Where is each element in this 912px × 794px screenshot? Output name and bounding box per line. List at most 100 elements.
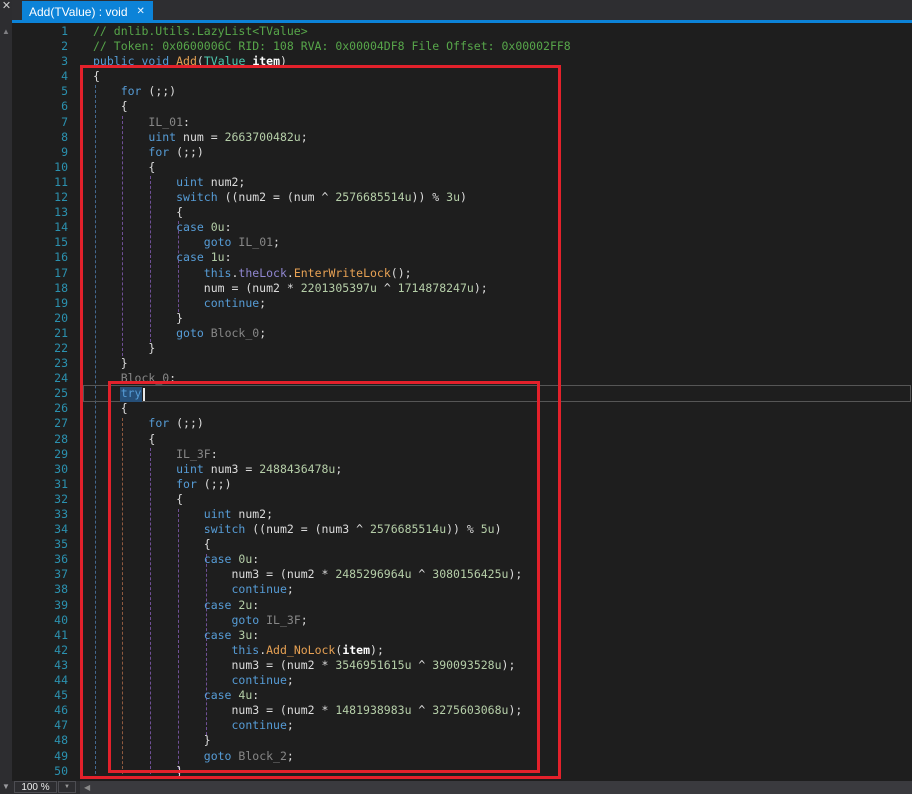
code-line[interactable]: uint num3 = 2488436478u; <box>93 462 571 477</box>
line-number: 35 <box>54 537 68 552</box>
code-line[interactable]: { <box>93 537 571 552</box>
code-line[interactable]: goto Block_0; <box>93 326 571 341</box>
line-number: 49 <box>54 748 68 763</box>
scroll-down-icon[interactable]: ▼ <box>0 781 12 793</box>
code-line[interactable]: continue; <box>93 296 571 311</box>
code-lines[interactable]: // dnlib.Utils.LazyList<TValue>// Token:… <box>93 24 571 779</box>
line-number: 28 <box>54 431 68 446</box>
code-line[interactable]: switch ((num2 = (num ^ 2576685514u)) % 3… <box>93 190 571 205</box>
code-line[interactable]: public void Add(TValue item) <box>93 54 571 69</box>
code-line[interactable]: for (;;) <box>93 416 571 431</box>
code-line[interactable]: this.theLock.EnterWriteLock(); <box>93 266 571 281</box>
code-line[interactable]: { <box>93 432 571 447</box>
line-number: 43 <box>54 657 68 672</box>
line-number: 18 <box>54 280 68 295</box>
line-number: 40 <box>54 612 68 627</box>
line-number: 36 <box>54 552 68 567</box>
line-number: 21 <box>54 325 68 340</box>
line-number: 9 <box>61 144 68 159</box>
code-line[interactable]: num = (num2 * 2201305397u ^ 1714878247u)… <box>93 281 571 296</box>
code-line[interactable]: case 3u: <box>93 628 571 643</box>
line-number: 25 <box>54 386 68 401</box>
code-line[interactable]: goto Block_2; <box>93 749 571 764</box>
code-line[interactable]: case 1u: <box>93 250 571 265</box>
code-line[interactable]: for (;;) <box>93 145 571 160</box>
code-line[interactable]: } <box>93 341 571 356</box>
line-number: 26 <box>54 401 68 416</box>
code-line[interactable]: { <box>93 492 571 507</box>
line-number: 20 <box>54 310 68 325</box>
tab-close-icon[interactable]: ✕ <box>137 7 145 17</box>
code-line[interactable]: continue; <box>93 673 571 688</box>
line-number: 29 <box>54 446 68 461</box>
code-line[interactable]: switch ((num2 = (num3 ^ 2576685514u)) % … <box>93 522 571 537</box>
code-line[interactable]: goto IL_01; <box>93 235 571 250</box>
code-line[interactable]: { <box>93 205 571 220</box>
code-line[interactable]: { <box>93 160 571 175</box>
vertical-scrollbar[interactable]: ✕ ▲ ▼ <box>0 0 12 794</box>
line-number: 3 <box>61 54 68 69</box>
code-line[interactable]: continue; <box>93 718 571 733</box>
code-line[interactable]: // dnlib.Utils.LazyList<TValue> <box>93 24 571 39</box>
code-line[interactable]: IL_01: <box>93 115 571 130</box>
code-line[interactable]: num3 = (num2 * 3546951615u ^ 390093528u)… <box>93 658 571 673</box>
code-line[interactable]: for (;;) <box>93 477 571 492</box>
code-line[interactable]: num3 = (num2 * 1481938983u ^ 3275603068u… <box>93 703 571 718</box>
zoom-dropdown-button[interactable]: ▼ <box>58 781 76 793</box>
code-line[interactable]: } <box>93 733 571 748</box>
text-caret <box>143 388 145 401</box>
line-number: 37 <box>54 567 68 582</box>
scroll-left-icon[interactable]: ◀ <box>84 783 90 792</box>
line-number: 48 <box>54 733 68 748</box>
code-line[interactable]: case 2u: <box>93 598 571 613</box>
code-line[interactable]: uint num2; <box>93 175 571 190</box>
line-number: 47 <box>54 718 68 733</box>
decompiler-window: Add(TValue) : void ✕ 1 2 3 4 5 6 7 8 9 10 11 12 13 14… <box>0 0 912 794</box>
scroll-up-icon[interactable]: ▲ <box>0 26 12 38</box>
code-line[interactable]: continue; <box>93 582 571 597</box>
code-line[interactable]: goto IL_3F; <box>93 613 571 628</box>
line-number: 33 <box>54 507 68 521</box>
code-line[interactable]: Block_0: <box>93 371 571 386</box>
line-number: 11 <box>54 174 68 189</box>
line-number: 13 <box>54 205 68 220</box>
line-number: 12 <box>54 190 68 205</box>
code-line[interactable]: } <box>93 356 571 371</box>
horizontal-scrollbar[interactable]: ◀ <box>80 781 912 794</box>
code-line[interactable]: for (;;) <box>93 84 571 99</box>
code-line[interactable]: { <box>93 69 571 84</box>
line-number: 39 <box>54 597 68 612</box>
line-number: 15 <box>54 235 68 250</box>
code-line[interactable]: this.Add_NoLock(item); <box>93 643 571 658</box>
code-line[interactable]: { <box>93 401 571 416</box>
code-editor[interactable]: 1 2 3 4 5 6 7 8 9 10 11 12 13 14 15 16 17 18 19 20 21 22 23 24 2… <box>12 23 912 781</box>
zoom-level-control[interactable]: 100 % <box>14 781 57 793</box>
code-line[interactable]: case 0u: <box>93 552 571 567</box>
code-line[interactable]: uint num = 2663700482u; <box>93 130 571 145</box>
line-number: 17 <box>54 265 68 280</box>
code-line[interactable]: num3 = (num2 * 2485296964u ^ 3080156425u… <box>93 567 571 582</box>
code-line[interactable]: uint num2; <box>93 507 571 522</box>
code-line[interactable]: try <box>93 386 571 401</box>
code-line[interactable]: { <box>93 99 571 114</box>
gutter: 1 2 3 4 5 6 7 8 9 10 11 12 13 14 15 16 17 18 19 20 21 22 23 24 2… <box>12 24 68 779</box>
code-line[interactable]: case 4u: <box>93 688 571 703</box>
line-number: 8 <box>61 129 68 144</box>
line-number: 7 <box>61 114 68 129</box>
code-line[interactable]: IL_3F: <box>93 447 571 462</box>
line-number: 31 <box>54 476 68 491</box>
code-line[interactable]: } <box>93 764 571 779</box>
code-line[interactable]: // Token: 0x0600006C RID: 108 RVA: 0x000… <box>93 39 571 54</box>
code-line[interactable]: case 0u: <box>93 220 571 235</box>
line-number: 19 <box>54 295 68 310</box>
line-number: 23 <box>54 356 68 371</box>
line-number: 2 <box>61 39 68 54</box>
line-number: 10 <box>54 159 68 174</box>
line-number: 30 <box>54 461 68 476</box>
line-number: 1 <box>61 24 68 38</box>
code-line[interactable]: } <box>93 311 571 326</box>
line-number: 44 <box>54 673 68 688</box>
line-number: 38 <box>54 582 68 597</box>
tab-add-tvalue[interactable]: Add(TValue) : void ✕ <box>22 1 153 23</box>
close-icon[interactable]: ✕ <box>1 0 12 13</box>
